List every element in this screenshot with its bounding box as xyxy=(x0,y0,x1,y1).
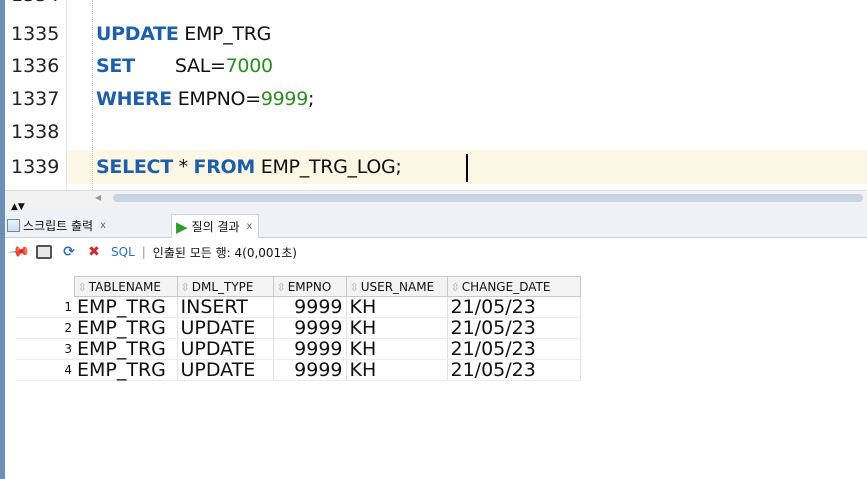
row-number-header xyxy=(16,276,74,297)
cell-tablename[interactable]: EMP_TRG xyxy=(74,317,178,339)
cell-dml-type[interactable]: UPDATE xyxy=(177,338,274,360)
sort-icon: ⇳ xyxy=(180,280,190,294)
fold-guide xyxy=(92,0,93,190)
panel-splitter[interactable]: ▲▼ xyxy=(5,202,867,212)
results-panel: ▲▼ 스크립트 출력 x ▶ 질의 결과 x 📌 ⟳ ✖ SQL | 인출된 모… xyxy=(5,202,867,479)
column-header-dml-type[interactable]: ⇳ DML_TYPE xyxy=(176,276,274,297)
result-toolbar: 📌 ⟳ ✖ SQL | 인출된 모든 행: 4(0,001초) xyxy=(5,238,867,266)
code-line[interactable]: WHERE EMPNO=9999; xyxy=(96,88,314,110)
sql-editor[interactable]: 1334 1335 1336 1337 1338 1339 UPDATE EMP… xyxy=(5,0,867,190)
line-number: 1339 xyxy=(11,156,60,178)
sort-icon: ⇳ xyxy=(349,280,359,294)
table-row[interactable]: 2 EMP_TRG UPDATE 9999 KH 21/05/23 xyxy=(16,317,581,339)
row-number: 3 xyxy=(16,338,74,360)
line-number: 1336 xyxy=(11,55,60,77)
clear-results-icon[interactable]: ✖ xyxy=(84,243,104,261)
sql-keyword: FROM xyxy=(193,156,256,178)
sql-keyword: WHERE xyxy=(96,88,172,110)
sql-link[interactable]: SQL xyxy=(111,245,135,259)
cell-empno[interactable]: 9999 xyxy=(273,317,347,339)
sort-icon: ⇳ xyxy=(77,280,87,294)
code-text: EMP_TRG xyxy=(178,23,272,45)
cell-dml-type[interactable]: INSERT xyxy=(177,296,274,318)
sql-keyword: SELECT xyxy=(96,156,173,178)
code-line[interactable]: SELECT * FROM EMP_TRG_LOG; xyxy=(96,156,402,178)
column-header-change-date[interactable]: ⇳ CHANGE_DATE xyxy=(446,276,581,297)
sql-keyword: UPDATE xyxy=(96,23,179,45)
row-number: 1 xyxy=(16,296,74,318)
line-number-gutter: 1334 1335 1336 1337 1338 1339 xyxy=(5,0,67,190)
column-header-label: EMPNO xyxy=(287,279,332,294)
cell-user-name[interactable]: KH xyxy=(346,317,448,339)
column-header-label: TABLENAME xyxy=(88,279,161,294)
code-text: EMP_TRG_LOG; xyxy=(255,156,402,178)
table-row[interactable]: 3 EMP_TRG UPDATE 9999 KH 21/05/23 xyxy=(16,338,581,360)
refresh-icon[interactable]: ⟳ xyxy=(59,243,79,261)
line-number: 1335 xyxy=(11,23,60,45)
cell-empno[interactable]: 9999 xyxy=(273,296,347,318)
pin-icon[interactable]: 📌 xyxy=(6,239,33,266)
scroll-left-arrow-icon[interactable]: ◀ xyxy=(95,193,101,202)
cell-user-name[interactable]: KH xyxy=(346,359,448,381)
code-line[interactable]: SET SAL=7000 xyxy=(96,55,273,77)
cell-change-date[interactable]: 21/05/23 xyxy=(447,338,581,360)
scrollbar-thumb[interactable] xyxy=(113,194,863,202)
column-header-label: USER_NAME xyxy=(360,279,435,294)
cell-dml-type[interactable]: UPDATE xyxy=(177,317,274,339)
code-line[interactable]: UPDATE EMP_TRG xyxy=(96,23,271,45)
column-header-label: CHANGE_DATE xyxy=(461,279,551,294)
line-number: 1337 xyxy=(11,88,60,110)
tab-script-output[interactable]: 스크립트 출력 x xyxy=(7,214,106,236)
result-tab-bar: 스크립트 출력 x ▶ 질의 결과 x xyxy=(5,212,867,238)
document-icon xyxy=(7,218,20,232)
cell-tablename[interactable]: EMP_TRG xyxy=(74,296,178,318)
result-grid[interactable]: ⇳ TABLENAME ⇳ DML_TYPE ⇳ EMPNO ⇳ USER_NAME ⇳… xyxy=(16,276,581,381)
grid-header-row: ⇳ TABLENAME ⇳ DML_TYPE ⇳ EMPNO ⇳ USER_NAME ⇳… xyxy=(16,276,581,297)
cell-tablename[interactable]: EMP_TRG xyxy=(74,338,178,360)
row-number: 4 xyxy=(16,359,74,381)
printer-icon xyxy=(36,245,52,259)
line-number: 1334 xyxy=(11,0,59,6)
cell-dml-type[interactable]: UPDATE xyxy=(177,359,274,381)
column-header-tablename[interactable]: ⇳ TABLENAME xyxy=(73,276,178,297)
column-header-empno[interactable]: ⇳ EMPNO xyxy=(272,276,347,297)
tab-query-result[interactable]: ▶ 질의 결과 x xyxy=(171,214,260,238)
column-header-user-name[interactable]: ⇳ USER_NAME xyxy=(345,276,448,297)
play-icon: ▶ xyxy=(176,217,188,236)
cell-change-date[interactable]: 21/05/23 xyxy=(447,296,581,318)
code-text: ; xyxy=(308,88,315,110)
fetch-status-text: 인출된 모든 행: 4(0,001초) xyxy=(152,245,297,260)
cell-empno[interactable]: 9999 xyxy=(273,359,347,381)
tab-label: 스크립트 출력 xyxy=(23,218,94,233)
editor-horizontal-scrollbar[interactable]: ◀ xyxy=(5,190,867,204)
text-caret xyxy=(466,154,468,182)
cell-tablename[interactable]: EMP_TRG xyxy=(74,359,178,381)
sort-icon: ⇳ xyxy=(276,280,286,294)
cell-change-date[interactable]: 21/05/23 xyxy=(447,317,581,339)
number-literal: 7000 xyxy=(225,55,273,77)
collapse-expand-arrows-icon[interactable]: ▲▼ xyxy=(11,202,25,212)
print-button[interactable] xyxy=(34,243,54,261)
toolbar-separator: | xyxy=(141,245,146,259)
close-icon[interactable]: x xyxy=(100,220,106,231)
cell-empno[interactable]: 9999 xyxy=(273,338,347,360)
table-row[interactable]: 1 EMP_TRG INSERT 9999 KH 21/05/23 xyxy=(16,296,581,318)
cell-user-name[interactable]: KH xyxy=(346,338,448,360)
code-text: SAL= xyxy=(134,55,226,77)
sort-icon: ⇳ xyxy=(450,280,460,294)
tab-label: 질의 결과 xyxy=(191,220,240,234)
number-literal: 9999 xyxy=(260,88,308,110)
table-row[interactable]: 4 EMP_TRG UPDATE 9999 KH 21/05/23 xyxy=(16,359,581,381)
row-number: 2 xyxy=(16,317,74,339)
code-text: * xyxy=(172,156,194,178)
code-text: EMPNO= xyxy=(171,88,261,110)
column-header-label: DML_TYPE xyxy=(191,279,254,294)
sql-keyword: SET xyxy=(96,55,135,77)
cell-change-date[interactable]: 21/05/23 xyxy=(447,359,581,381)
line-number: 1338 xyxy=(11,121,60,143)
close-icon[interactable]: x xyxy=(247,221,253,232)
cell-user-name[interactable]: KH xyxy=(346,296,448,318)
